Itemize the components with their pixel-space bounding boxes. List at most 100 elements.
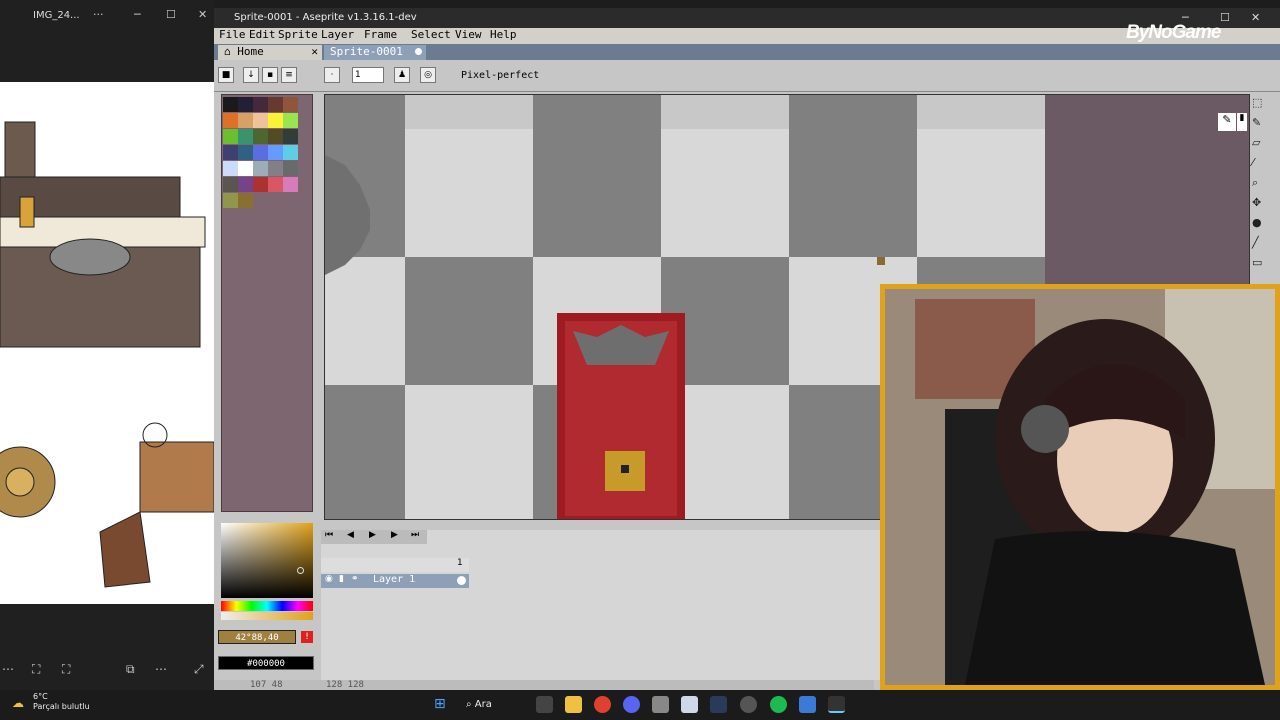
- viewer-image: [0, 82, 214, 604]
- menu-edit[interactable]: Edit: [249, 28, 276, 41]
- cel-icon[interactable]: [457, 576, 466, 585]
- task-view-icon[interactable]: [536, 696, 553, 713]
- bynogame-logo: ByNoGame: [1126, 22, 1221, 43]
- maximize-icon[interactable]: ☐: [166, 8, 176, 21]
- camera-icon[interactable]: [652, 696, 669, 713]
- menu-view[interactable]: View: [455, 28, 482, 41]
- aseprite-titlebar: Sprite-0001 - Aseprite v1.3.16.1-dev ─ ☐…: [214, 8, 1280, 28]
- app-icon[interactable]: [681, 696, 698, 713]
- pencil-tool-icon[interactable]: ✎: [1252, 116, 1261, 129]
- options-icon[interactable]: ⋯: [155, 662, 167, 676]
- pixel-perfect-label[interactable]: Pixel-perfect: [461, 70, 539, 81]
- picker-cursor-icon[interactable]: [297, 567, 304, 574]
- search-icon: ⌕: [466, 699, 475, 710]
- save-icon[interactable]: ▪: [262, 67, 278, 83]
- last-frame-icon[interactable]: ⏭: [411, 530, 419, 540]
- zoom-icon[interactable]: ⌕: [1252, 176, 1258, 190]
- pencil-icon[interactable]: ✎: [1218, 113, 1236, 131]
- status-bar: 107 48 128 128: [214, 680, 874, 690]
- menu-frame[interactable]: Frame: [364, 28, 397, 41]
- dynamics-icon[interactable]: ◎: [420, 67, 436, 83]
- palette-swatches[interactable]: [222, 95, 314, 215]
- hue-slider[interactable]: [221, 601, 313, 611]
- warning-icon[interactable]: !: [301, 631, 313, 643]
- cursor-coords: 107 48: [250, 680, 283, 690]
- marquee-icon[interactable]: ⬚: [1252, 96, 1262, 109]
- minimize-icon[interactable]: ─: [134, 8, 141, 21]
- playback-controls: ⏮ ◀ ▶ ▶ ⏭: [321, 530, 427, 544]
- download-icon[interactable]: ↓: [243, 67, 259, 83]
- alpha-slider[interactable]: [221, 612, 313, 620]
- weather-widget[interactable]: 6°C Parçalı bulutlu: [33, 692, 90, 712]
- search-label: Ara: [474, 699, 492, 710]
- timeline-header: 1: [321, 558, 469, 572]
- tab-sprite-label: Sprite-0001: [330, 45, 403, 58]
- expand-icon[interactable]: ⤢: [194, 662, 204, 677]
- weather-desc: Parçalı bulutlu: [33, 702, 90, 711]
- tab-close-icon[interactable]: ✕: [311, 45, 318, 58]
- viewer-bottom-bar: ⋯ ⛶ ⛶ ⧉ ⋯ ⤢: [0, 656, 214, 686]
- fill-icon[interactable]: ●: [1252, 216, 1262, 229]
- line-icon[interactable]: ╱: [1252, 236, 1259, 249]
- maximize-icon[interactable]: ☐: [1220, 11, 1230, 24]
- link-icon[interactable]: ⚭: [351, 574, 359, 584]
- tool-panel: ⬚ ✎ ▱ ⁄ ⌕ ✥ ● ╱ ▭: [1250, 94, 1268, 284]
- more-icon[interactable]: ⋯: [2, 662, 14, 676]
- prev-frame-icon[interactable]: ◀: [347, 530, 354, 540]
- next-frame-icon[interactable]: ▶: [391, 530, 398, 540]
- brush-size-field[interactable]: 1: [352, 67, 384, 83]
- viewer-title: IMG_24...: [33, 10, 80, 21]
- eraser-icon[interactable]: ▱: [1252, 136, 1260, 149]
- layer-row[interactable]: ◉ ▮ ⚭ Layer 1: [321, 574, 469, 588]
- hex-color-field[interactable]: #000000: [218, 656, 314, 670]
- photo-viewer-window: IMG_24... ··· ─ ☐ ✕ ⋯ ⛶ ⛶ ⧉ ⋯ ⤢: [0, 0, 214, 690]
- tab-sprite[interactable]: Sprite-0001: [324, 45, 426, 60]
- menu-help[interactable]: Help: [490, 28, 517, 41]
- color-palette: [221, 94, 313, 512]
- discord-icon[interactable]: [623, 696, 640, 713]
- brush-type-icon[interactable]: ·: [324, 67, 340, 83]
- ink-icon[interactable]: ♟: [394, 67, 410, 83]
- taskbar-search[interactable]: ⌕ Ara: [466, 695, 526, 715]
- window-title: Sprite-0001 - Aseprite v1.3.16.1-dev: [234, 12, 417, 23]
- menu-layer[interactable]: Layer: [321, 28, 354, 41]
- close-icon[interactable]: ✕: [198, 8, 207, 21]
- move-icon[interactable]: ✥: [1252, 196, 1261, 209]
- steam-icon[interactable]: [710, 696, 727, 713]
- frame-number[interactable]: 1: [457, 558, 463, 568]
- eyedropper-icon[interactable]: ⁄: [1252, 156, 1254, 169]
- active-app-icon[interactable]: [828, 696, 845, 713]
- more-icon[interactable]: ···: [93, 8, 104, 21]
- weather-icon[interactable]: ☁: [12, 696, 24, 710]
- fullscreen-icon[interactable]: ⛶: [62, 662, 70, 677]
- window-icon[interactable]: ⧉: [126, 662, 135, 677]
- menu-file[interactable]: File: [219, 28, 246, 41]
- context-toolbar: ■ ↓ ▪ ≡ · 1 ♟ ◎ Pixel-perfect: [214, 60, 1280, 92]
- reference-illustration: [0, 82, 214, 604]
- color-value-field[interactable]: 42°88,40: [218, 630, 296, 644]
- tab-home[interactable]: ⌂ Home ✕: [218, 45, 322, 60]
- menu-icon[interactable]: ≡: [281, 67, 297, 83]
- chrome-icon[interactable]: [594, 696, 611, 713]
- menu-select[interactable]: Select: [411, 28, 451, 41]
- file-explorer-icon[interactable]: [565, 696, 582, 713]
- close-icon[interactable]: ✕: [1251, 11, 1260, 24]
- color-picker[interactable]: [221, 523, 313, 623]
- spotify-icon[interactable]: [770, 696, 787, 713]
- lock-icon[interactable]: ▮: [1237, 113, 1247, 131]
- menu-sprite[interactable]: Sprite: [278, 28, 318, 41]
- eye-icon[interactable]: ◉: [325, 574, 333, 584]
- layer-name[interactable]: Layer 1: [373, 574, 415, 585]
- saturation-value-field[interactable]: [221, 523, 313, 598]
- obs-icon[interactable]: [740, 696, 757, 713]
- lock-icon[interactable]: ▮: [339, 574, 344, 584]
- fit-icon[interactable]: ⛶: [32, 662, 40, 677]
- play-icon[interactable]: ▶: [369, 530, 376, 540]
- rectangle-icon[interactable]: ▭: [1252, 256, 1262, 269]
- taskbar: ☁ 6°C Parçalı bulutlu ⊞ ⌕ Ara: [0, 690, 1280, 720]
- windows-start-icon[interactable]: ⊞: [434, 696, 446, 712]
- lock-icon[interactable]: ■: [218, 67, 234, 83]
- aseprite-taskbar-icon[interactable]: [799, 696, 816, 713]
- first-frame-icon[interactable]: ⏮: [325, 530, 333, 540]
- webcam-overlay: [880, 284, 1280, 690]
